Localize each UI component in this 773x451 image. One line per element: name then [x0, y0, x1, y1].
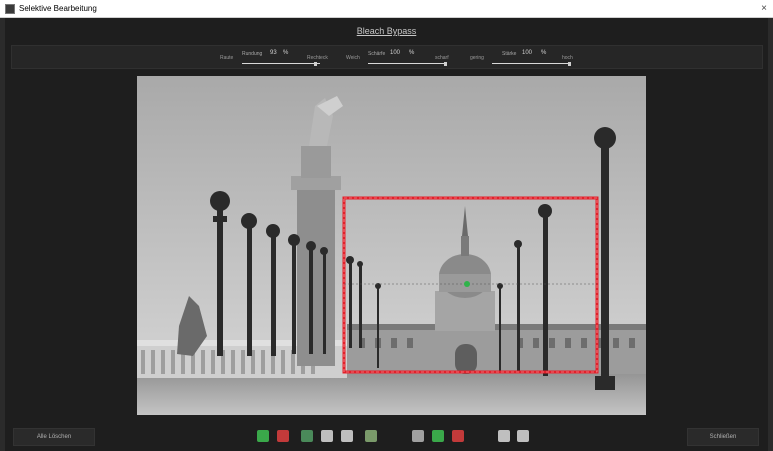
rundung-slider[interactable] [242, 62, 320, 66]
schaerfe-right-label: scharf [435, 55, 449, 61]
staerke-left-label: gering [470, 55, 484, 61]
copy-selection-icon[interactable] [321, 430, 333, 442]
add-red-selection-icon[interactable] [277, 430, 289, 442]
gradient-selection-icon[interactable] [365, 430, 377, 442]
rundung-value[interactable]: 93 [270, 50, 277, 56]
dialog-body: Bleach Bypass Raute Rundung 93 % Rechtec… [0, 18, 773, 451]
photo-canvas[interactable] [137, 76, 646, 415]
schaerfe-unit: % [409, 50, 415, 56]
schaerfe-value[interactable]: 100 [390, 50, 400, 56]
rundung-right-label: Rechteck [307, 55, 328, 61]
bottom-toolbar: Alle Löschen Schließen [5, 421, 768, 451]
window-title: Selektive Bearbeitung [19, 4, 97, 13]
staerke-value[interactable]: 100 [522, 50, 532, 56]
staerke-unit: % [541, 50, 547, 56]
compare-after-icon[interactable] [517, 430, 529, 442]
schaerfe-slider-thumb[interactable] [444, 62, 447, 66]
rundung-label: Rundung [242, 51, 263, 57]
staerke-slider-thumb[interactable] [568, 62, 571, 66]
add-circle-selection-icon[interactable] [257, 430, 269, 442]
delete-all-button[interactable]: Alle Löschen [13, 428, 95, 446]
schaerfe-label: Schärfe [368, 51, 386, 57]
schaerfe-left-label: Weich [346, 55, 360, 61]
paste-selection-icon[interactable] [341, 430, 353, 442]
app-icon [5, 3, 15, 14]
schaerfe-slider[interactable] [368, 62, 447, 66]
selection-red-green-icon[interactable] [452, 430, 464, 442]
selection-center-point[interactable] [464, 281, 470, 287]
close-icon[interactable]: × [761, 3, 767, 14]
staerke-label: Stärke [502, 51, 517, 57]
rundung-left-label: Raute [220, 55, 234, 61]
rundung-unit: % [283, 50, 289, 56]
window-titlebar: Selektive Bearbeitung × [0, 0, 773, 18]
preset-title-link[interactable]: Bleach Bypass [5, 26, 768, 36]
selection-green-icon[interactable] [432, 430, 444, 442]
selection-controls-bar: Raute Rundung 93 % Rechteck Weich Schärf… [11, 45, 763, 69]
rundung-slider-thumb[interactable] [314, 62, 317, 66]
brush-selection-icon[interactable] [301, 430, 313, 442]
show-mask-icon[interactable] [412, 430, 424, 442]
photo-image [137, 76, 646, 415]
staerke-slider[interactable] [492, 62, 571, 66]
close-button[interactable]: Schließen [687, 428, 759, 446]
staerke-right-label: hoch [562, 55, 573, 61]
compare-before-icon[interactable] [498, 430, 510, 442]
